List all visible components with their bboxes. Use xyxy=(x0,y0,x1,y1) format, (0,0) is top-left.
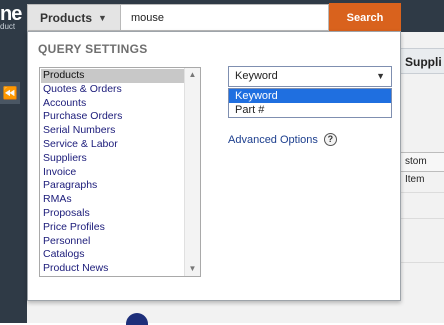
list-item[interactable]: Paragraphs xyxy=(41,179,185,193)
list-item[interactable]: Proposals xyxy=(41,207,185,221)
search-scope-dropdown[interactable]: Products ▼ xyxy=(27,4,121,31)
left-rail: ⏪ xyxy=(0,32,27,323)
search-by-select[interactable]: Keyword ▼ xyxy=(228,66,392,87)
search-input[interactable] xyxy=(121,4,329,31)
list-item[interactable]: Product News xyxy=(41,262,185,276)
scroll-down-icon[interactable]: ▼ xyxy=(185,263,200,275)
custom-item-button[interactable]: stom Item xyxy=(400,152,444,185)
list-items: Products Quotes & Orders Accounts Purcha… xyxy=(41,69,185,276)
search-type-listbox[interactable]: Products Quotes & Orders Accounts Purcha… xyxy=(39,67,201,277)
list-item[interactable]: Catalogs xyxy=(41,248,185,262)
chevron-down-icon: ▼ xyxy=(98,12,107,23)
list-item[interactable]: Purchase Orders xyxy=(41,110,185,124)
tab-suppliers[interactable]: Suppli xyxy=(400,48,444,74)
list-item[interactable]: Invoice xyxy=(41,166,185,180)
search-button[interactable]: Search xyxy=(329,3,401,32)
advanced-options-link[interactable]: Advanced Options xyxy=(228,134,318,146)
search-scope-label: Products xyxy=(40,10,93,25)
list-item[interactable]: Personnel xyxy=(41,235,185,249)
list-item[interactable]: Service & Labor xyxy=(41,138,185,152)
search-by-options: Keyword Part # xyxy=(228,88,392,118)
help-icon[interactable]: ? xyxy=(323,133,337,146)
app-logo-subtext: duct xyxy=(0,22,16,31)
list-item[interactable]: Accounts xyxy=(41,97,185,111)
search-by-value: Keyword xyxy=(235,70,278,82)
row-divider xyxy=(400,218,444,219)
list-item[interactable]: Price Profiles xyxy=(41,221,185,235)
collapse-icon[interactable]: ⏪ xyxy=(0,82,20,104)
list-item[interactable]: RMAs xyxy=(41,193,185,207)
list-item[interactable]: Serial Numbers xyxy=(41,124,185,138)
option-part-number[interactable]: Part # xyxy=(229,103,391,117)
listbox-scrollbar[interactable]: ▲ ▼ xyxy=(184,68,200,276)
query-settings-panel: QUERY SETTINGS Products Quotes & Orders … xyxy=(27,31,401,301)
list-item[interactable]: Quotes & Orders xyxy=(41,83,185,97)
option-keyword[interactable]: Keyword xyxy=(229,89,391,103)
row-divider xyxy=(400,192,444,193)
list-item[interactable]: Suppliers xyxy=(41,152,185,166)
row-divider xyxy=(400,262,444,263)
panel-title: QUERY SETTINGS xyxy=(38,42,148,56)
chevron-down-icon: ▼ xyxy=(376,71,385,81)
scroll-up-icon[interactable]: ▲ xyxy=(185,69,200,81)
advanced-options: Advanced Options ? xyxy=(228,133,337,146)
list-item[interactable]: Products xyxy=(41,69,185,83)
